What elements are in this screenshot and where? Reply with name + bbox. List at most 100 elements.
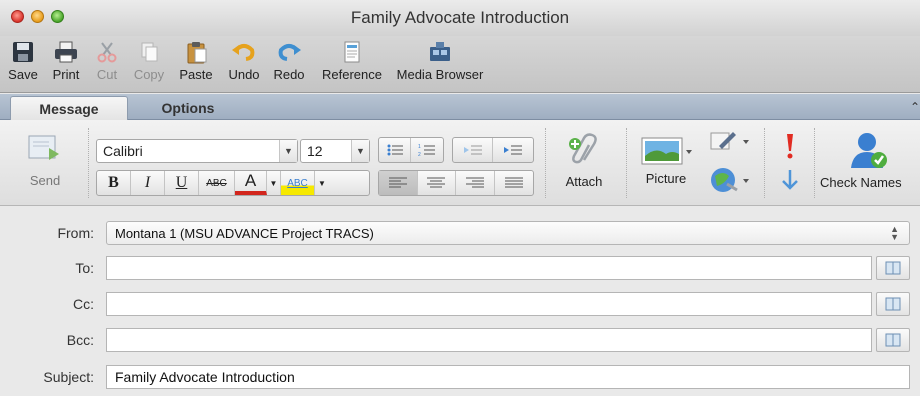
high-priority-button[interactable]	[772, 132, 808, 163]
person-check-icon	[851, 133, 887, 168]
media-browser-icon	[430, 42, 450, 61]
hyperlink-button[interactable]	[706, 164, 756, 199]
decrease-indent-icon	[463, 145, 482, 155]
italic-button[interactable]: I	[131, 171, 165, 195]
text-format-group: B I U ABC A ▼ ABC ▼	[96, 170, 370, 196]
align-left-button[interactable]	[379, 171, 418, 195]
reference-button[interactable]: Reference	[316, 40, 388, 90]
font-name-combo[interactable]: Calibri ▼	[96, 139, 298, 163]
align-center-button[interactable]	[418, 171, 456, 195]
subject-value: Family Advocate Introduction	[115, 369, 295, 385]
increase-indent-button[interactable]	[493, 138, 533, 162]
tab-message[interactable]: Message	[10, 96, 128, 120]
justify-icon	[504, 177, 523, 188]
highlight-button[interactable]: ABC	[281, 171, 315, 195]
svg-text:2: 2	[418, 152, 421, 157]
picture-icon	[641, 137, 692, 165]
undo-icon	[232, 44, 255, 61]
window-title: Family Advocate Introduction	[350, 8, 570, 27]
to-row: To:	[0, 255, 920, 283]
align-left-icon	[388, 177, 407, 188]
bullets-button[interactable]	[379, 138, 412, 162]
bcc-row: Bcc:	[0, 327, 920, 355]
indent-buttons-group	[452, 137, 534, 163]
symbol-button[interactable]	[706, 128, 756, 157]
subject-field[interactable]: Family Advocate Introduction	[106, 365, 910, 389]
ribbon-tab-bar: Message Options ⌃	[0, 94, 920, 120]
from-row: From: Montana 1 (MSU ADVANCE Project TRA…	[0, 220, 920, 248]
ribbon-message: Send Calibri ▼ 12 ▼ 1 2 B I U ABC A ▼ AB…	[0, 120, 920, 206]
print-button[interactable]: Print	[46, 40, 86, 90]
align-right-button[interactable]	[456, 171, 495, 195]
bcc-field[interactable]	[106, 328, 872, 352]
clipboard-icon	[187, 42, 207, 64]
check-names-button[interactable]: Check Names	[818, 128, 920, 190]
paste-button[interactable]: Paste	[174, 40, 218, 90]
bcc-address-book-button[interactable]	[876, 328, 910, 352]
cc-label: Cc:	[73, 296, 94, 312]
low-priority-button[interactable]	[772, 168, 808, 195]
bcc-label: Bcc:	[66, 332, 94, 348]
save-button[interactable]: Save	[4, 40, 42, 90]
highlight-dropdown[interactable]: ▼	[315, 171, 329, 195]
increase-indent-icon	[504, 145, 522, 155]
pen-icon	[710, 132, 749, 150]
bullets-icon	[387, 144, 403, 156]
globe-link-icon	[711, 168, 749, 192]
cc-address-book-button[interactable]	[876, 292, 910, 316]
cc-row: Cc:	[0, 291, 920, 319]
ribbon-separator	[764, 128, 765, 198]
title-bar: Family Advocate Introduction	[0, 0, 920, 36]
copy-icon	[141, 42, 158, 62]
collapse-ribbon-icon[interactable]: ⌃	[910, 100, 920, 114]
scissors-icon	[97, 42, 117, 63]
font-size-value: 12	[307, 143, 323, 159]
ribbon-separator	[814, 128, 815, 198]
cut-button[interactable]: Cut	[90, 40, 124, 90]
alignment-group	[378, 170, 534, 196]
ribbon-separator	[626, 128, 627, 198]
font-size-combo[interactable]: 12 ▼	[300, 139, 370, 163]
font-color-button[interactable]: A	[235, 171, 267, 195]
reference-icon	[344, 41, 360, 63]
chevron-down-icon: ▼	[351, 140, 369, 162]
numbering-icon: 1 2	[418, 144, 435, 157]
media-browser-button[interactable]: Media Browser	[390, 40, 490, 90]
justify-button[interactable]	[495, 171, 533, 195]
address-book-icon	[885, 261, 901, 275]
redo-icon	[278, 44, 301, 61]
tab-options[interactable]: Options	[138, 96, 238, 120]
strikethrough-button[interactable]: ABC	[199, 171, 235, 195]
message-header: From: Montana 1 (MSU ADVANCE Project TRA…	[0, 207, 920, 396]
align-center-icon	[427, 177, 446, 188]
to-field[interactable]	[106, 256, 872, 280]
numbering-button[interactable]: 1 2	[411, 138, 443, 162]
subject-label: Subject:	[43, 369, 94, 385]
copy-button[interactable]: Copy	[128, 40, 170, 90]
underline-button[interactable]: U	[165, 171, 199, 195]
printer-icon	[55, 41, 77, 63]
picture-button[interactable]: Picture	[634, 134, 698, 186]
font-color-dropdown[interactable]: ▼	[267, 171, 281, 195]
attach-button[interactable]: Attach	[552, 130, 616, 189]
bold-button[interactable]: B	[97, 171, 131, 195]
chevron-down-icon: ▼	[279, 140, 297, 162]
floppy-icon	[13, 42, 33, 62]
standard-toolbar: Save Print Cut Copy Paste Undo Redo Refe…	[0, 36, 920, 93]
decrease-indent-button[interactable]	[453, 138, 494, 162]
subject-row: Subject: Family Advocate Introduction	[0, 364, 920, 392]
redo-button[interactable]: Redo	[268, 40, 310, 90]
font-name-value: Calibri	[103, 143, 143, 159]
address-book-icon	[885, 333, 901, 347]
send-icon	[28, 135, 59, 160]
send-button[interactable]: Send	[14, 130, 76, 188]
undo-button[interactable]: Undo	[222, 40, 266, 90]
from-label: From:	[57, 225, 94, 241]
ribbon-separator	[88, 128, 89, 198]
to-address-book-button[interactable]	[876, 256, 910, 280]
cc-field[interactable]	[106, 292, 872, 316]
ribbon-separator	[545, 128, 546, 198]
exclamation-icon	[787, 134, 793, 159]
from-select[interactable]: Montana 1 (MSU ADVANCE Project TRACS) ▲ ▼	[106, 221, 910, 245]
align-right-icon	[465, 177, 484, 188]
